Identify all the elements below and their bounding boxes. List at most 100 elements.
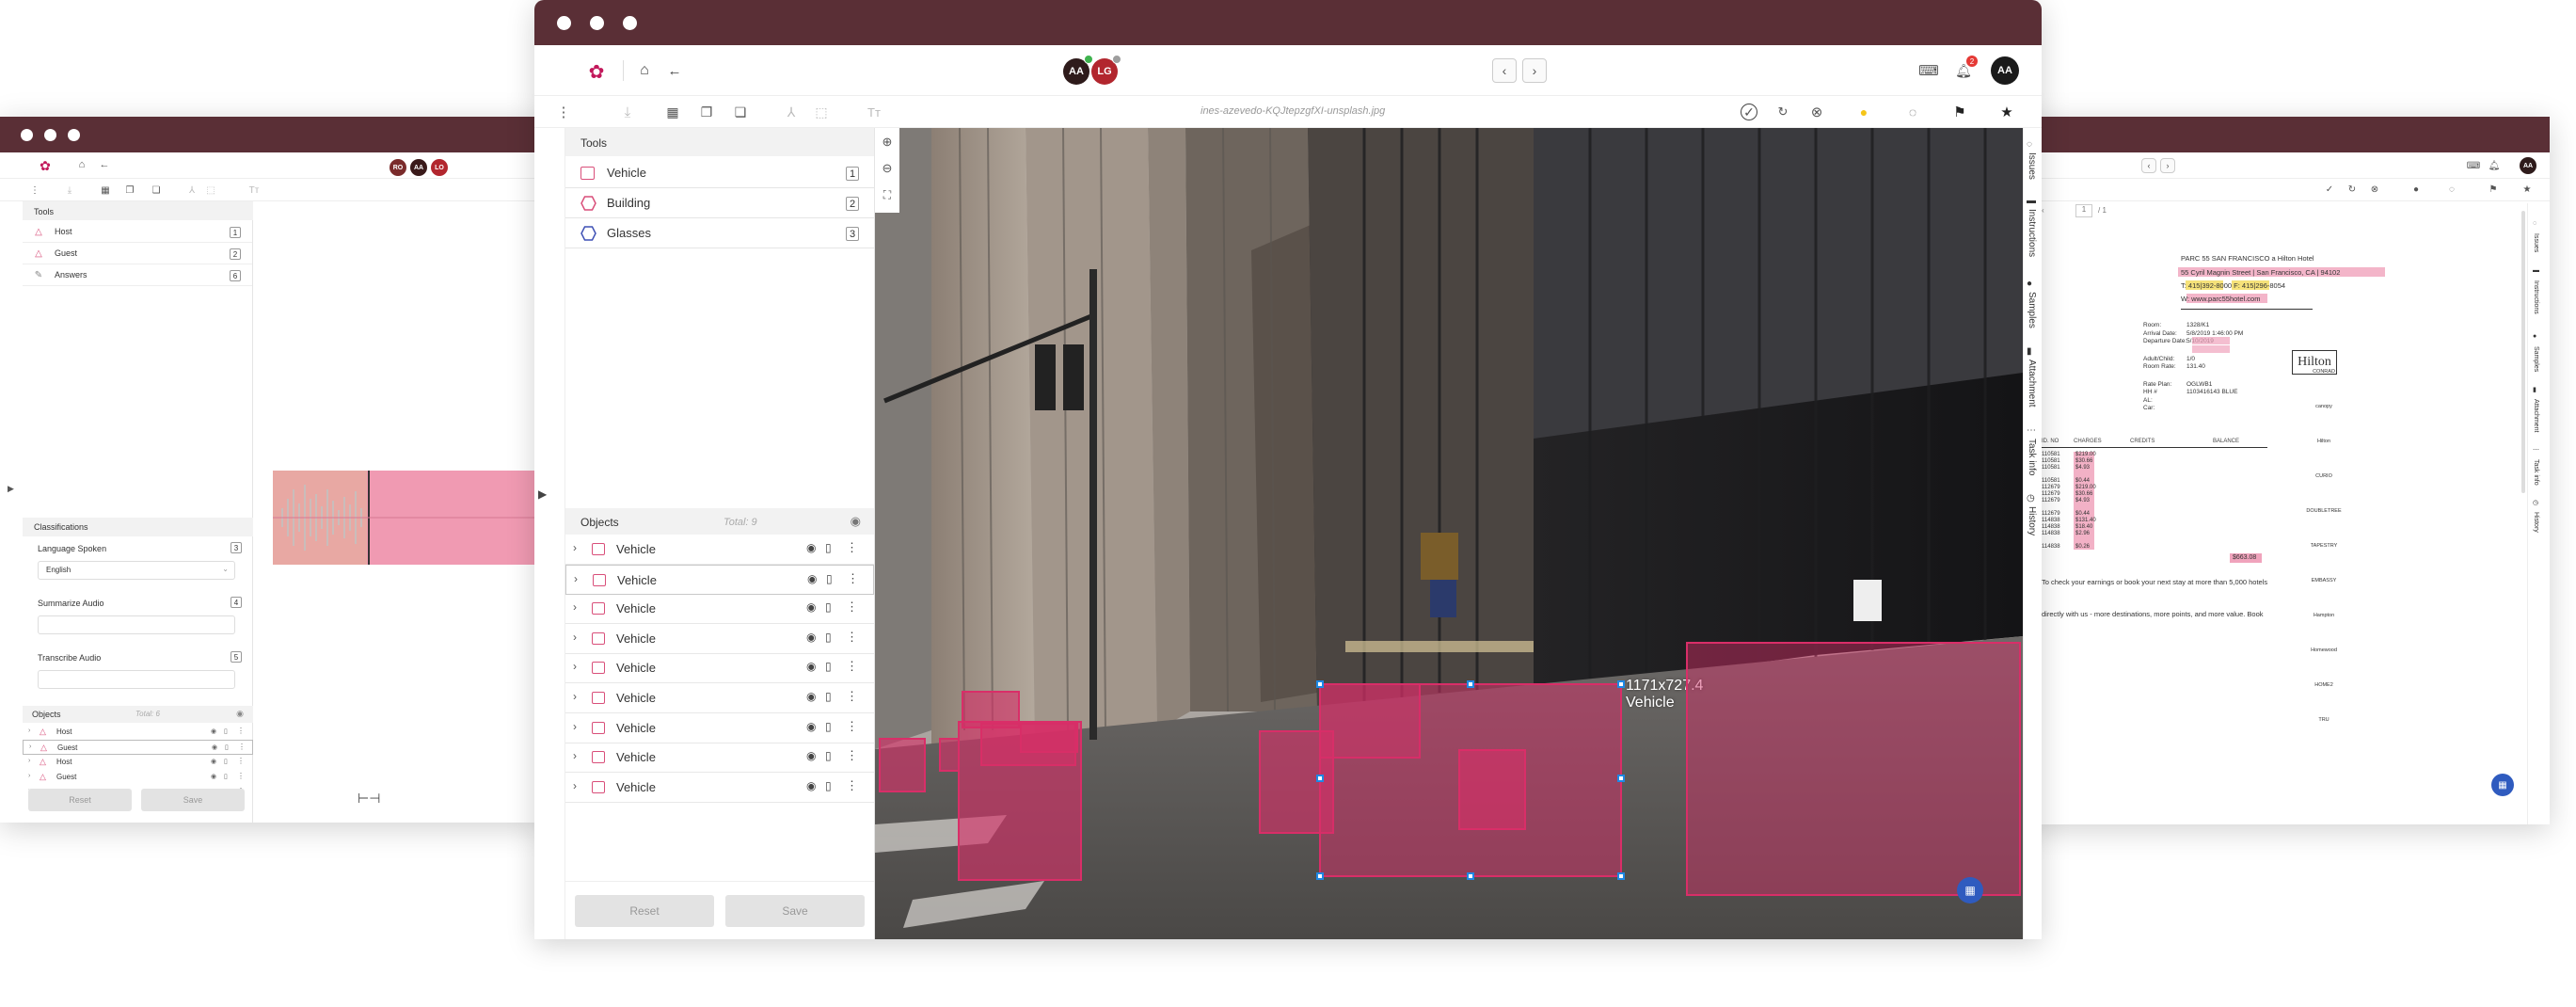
- download-icon[interactable]: ⤓: [64, 184, 75, 197]
- trash-icon[interactable]: ▯: [825, 631, 832, 644]
- keyboard-icon[interactable]: ⌨: [2467, 159, 2480, 172]
- side-tab-task-info[interactable]: Task info: [2533, 459, 2539, 486]
- object-row[interactable]: › Vehicle ◉ ▯ ⋮: [565, 624, 874, 654]
- layout-toggle-button[interactable]: ▦: [2491, 774, 2514, 796]
- keyboard-icon[interactable]: ⌨: [1918, 62, 1939, 79]
- chevron-right-icon[interactable]: ›: [574, 572, 578, 585]
- resize-handle[interactable]: [1617, 680, 1625, 688]
- eye-icon[interactable]: ◉: [211, 727, 216, 735]
- more-vertical-icon[interactable]: ⋮: [846, 540, 858, 555]
- page-input[interactable]: 1: [2075, 204, 2092, 217]
- next-button[interactable]: ›: [2160, 158, 2175, 173]
- tool-item-vehicle[interactable]: Vehicle 1: [565, 158, 874, 188]
- trash-icon[interactable]: ▯: [224, 773, 228, 780]
- object-row[interactable]: › Vehicle ◉ ▯ ⋮: [565, 564, 874, 595]
- eye-icon[interactable]: ◉: [211, 773, 216, 780]
- building-icon[interactable]: ▦: [664, 104, 681, 120]
- side-tab-issues[interactable]: Issues: [2027, 152, 2037, 180]
- skip-icon[interactable]: ↻: [2346, 184, 2358, 195]
- trash-icon[interactable]: ▯: [825, 749, 832, 762]
- paste-icon[interactable]: ❏: [151, 184, 162, 197]
- download-icon[interactable]: ⤓: [619, 104, 636, 120]
- eye-icon[interactable]: ◉: [806, 660, 816, 673]
- eye-icon[interactable]: ◉: [851, 514, 861, 529]
- eye-icon[interactable]: ◉: [807, 572, 817, 585]
- annotation-vehicle-10[interactable]: [1458, 749, 1526, 830]
- back-arrow-icon[interactable]: ←: [98, 158, 111, 171]
- eye-icon[interactable]: ◉: [806, 749, 816, 762]
- annotation-vehicle-2[interactable]: [939, 738, 960, 772]
- side-tab-attachment[interactable]: Attachment: [2533, 399, 2539, 432]
- collapse-left-icon[interactable]: ▶: [538, 488, 547, 501]
- more-vertical-icon[interactable]: ⋮: [846, 599, 858, 615]
- comment-icon[interactable]: ◌: [1904, 104, 1921, 120]
- chevron-right-icon[interactable]: ›: [28, 758, 30, 764]
- side-tab-samples[interactable]: Samples: [2027, 292, 2037, 328]
- side-tab-instructions[interactable]: Instructions: [2533, 280, 2539, 314]
- home-icon[interactable]: ⌂: [75, 158, 88, 171]
- resize-handle[interactable]: [1316, 680, 1324, 688]
- resize-handle[interactable]: [1617, 872, 1625, 880]
- eye-icon[interactable]: ◉: [806, 631, 816, 644]
- reject-icon[interactable]: ⊗: [2369, 184, 2380, 195]
- annotation-vehicle-6[interactable]: [958, 721, 1082, 881]
- logo-icon[interactable]: ✿: [585, 60, 608, 83]
- trash-icon[interactable]: ▯: [825, 720, 832, 733]
- reset-button[interactable]: Reset: [28, 789, 132, 811]
- logo-icon[interactable]: ✿: [38, 158, 53, 173]
- user-avatar[interactable]: AA: [2520, 157, 2536, 174]
- eye-icon[interactable]: ◉: [806, 600, 816, 614]
- object-row[interactable]: › Vehicle ◉ ▯ ⋮: [565, 535, 874, 565]
- chevron-right-icon[interactable]: ›: [573, 749, 577, 762]
- chevron-right-icon[interactable]: ›: [573, 779, 577, 792]
- more-vertical-icon[interactable]: ⋮: [238, 743, 246, 751]
- chevron-right-icon[interactable]: ›: [573, 690, 577, 703]
- side-tab-instructions[interactable]: Instructions: [2027, 209, 2037, 257]
- object-row[interactable]: › Vehicle ◉ ▯ ⋮: [565, 773, 874, 803]
- copy-icon[interactable]: ❐: [698, 104, 715, 120]
- more-vertical-icon[interactable]: ⋮: [846, 778, 858, 793]
- language-select[interactable]: English ⌄: [38, 561, 235, 580]
- collapse-left-icon[interactable]: ▶: [8, 484, 14, 494]
- bell-icon[interactable]: 🔔︎: [2488, 159, 2501, 172]
- prev-task-button[interactable]: ‹: [1492, 58, 1517, 83]
- tool-item-building[interactable]: Building 2: [565, 188, 874, 218]
- bulb-icon[interactable]: ●: [1855, 104, 1872, 120]
- zoom-in-icon[interactable]: ⊕: [879, 134, 896, 151]
- eye-icon[interactable]: ◉: [806, 779, 816, 792]
- trash-icon[interactable]: ▯: [225, 743, 229, 751]
- more-vertical-icon[interactable]: ⋮: [846, 659, 858, 674]
- save-button[interactable]: Save: [141, 789, 245, 811]
- prev-button[interactable]: ‹: [2141, 158, 2156, 173]
- check-circle-icon[interactable]: ✓: [1741, 104, 1757, 120]
- crop-icon[interactable]: ⬚: [205, 184, 216, 197]
- resize-handle[interactable]: [1316, 775, 1324, 782]
- star-icon[interactable]: ★: [1998, 104, 2015, 120]
- scrollbar[interactable]: [2521, 211, 2525, 493]
- trash-icon[interactable]: ▯: [825, 690, 832, 703]
- trash-icon[interactable]: ▯: [826, 572, 833, 585]
- trash-icon[interactable]: ▯: [825, 541, 832, 554]
- paste-icon[interactable]: ❏: [732, 104, 749, 120]
- eye-icon[interactable]: ◉: [212, 743, 217, 751]
- more-vertical-icon[interactable]: ⋮: [557, 104, 571, 120]
- layout-toggle-button[interactable]: ▦: [1957, 877, 1983, 903]
- fit-screen-icon[interactable]: ⛶: [879, 186, 896, 203]
- resize-handle[interactable]: [1467, 872, 1474, 880]
- tree-icon[interactable]: ⅄: [186, 184, 198, 197]
- copy-icon[interactable]: ❐: [124, 184, 135, 197]
- next-task-button[interactable]: ›: [1522, 58, 1547, 83]
- object-row[interactable]: › △ Host ◉ ▯ ⋮: [23, 755, 253, 770]
- eye-icon[interactable]: ◉: [236, 709, 244, 719]
- reject-icon[interactable]: ⊗: [1808, 104, 1825, 120]
- object-row[interactable]: › Vehicle ◉ ▯ ⋮: [565, 713, 874, 743]
- summarize-input[interactable]: [38, 615, 235, 634]
- text-icon[interactable]: Tт: [864, 104, 884, 120]
- tool-item-answers[interactable]: ✎ Answers 6: [23, 265, 252, 286]
- resize-handle[interactable]: [1316, 872, 1324, 880]
- object-row[interactable]: › Vehicle ◉ ▯ ⋮: [565, 594, 874, 625]
- more-vertical-icon[interactable]: ⋮: [846, 630, 858, 645]
- skip-icon[interactable]: ↻: [1774, 104, 1791, 120]
- flag-icon[interactable]: ⚑: [1951, 104, 1968, 120]
- chevron-right-icon[interactable]: ›: [28, 727, 30, 734]
